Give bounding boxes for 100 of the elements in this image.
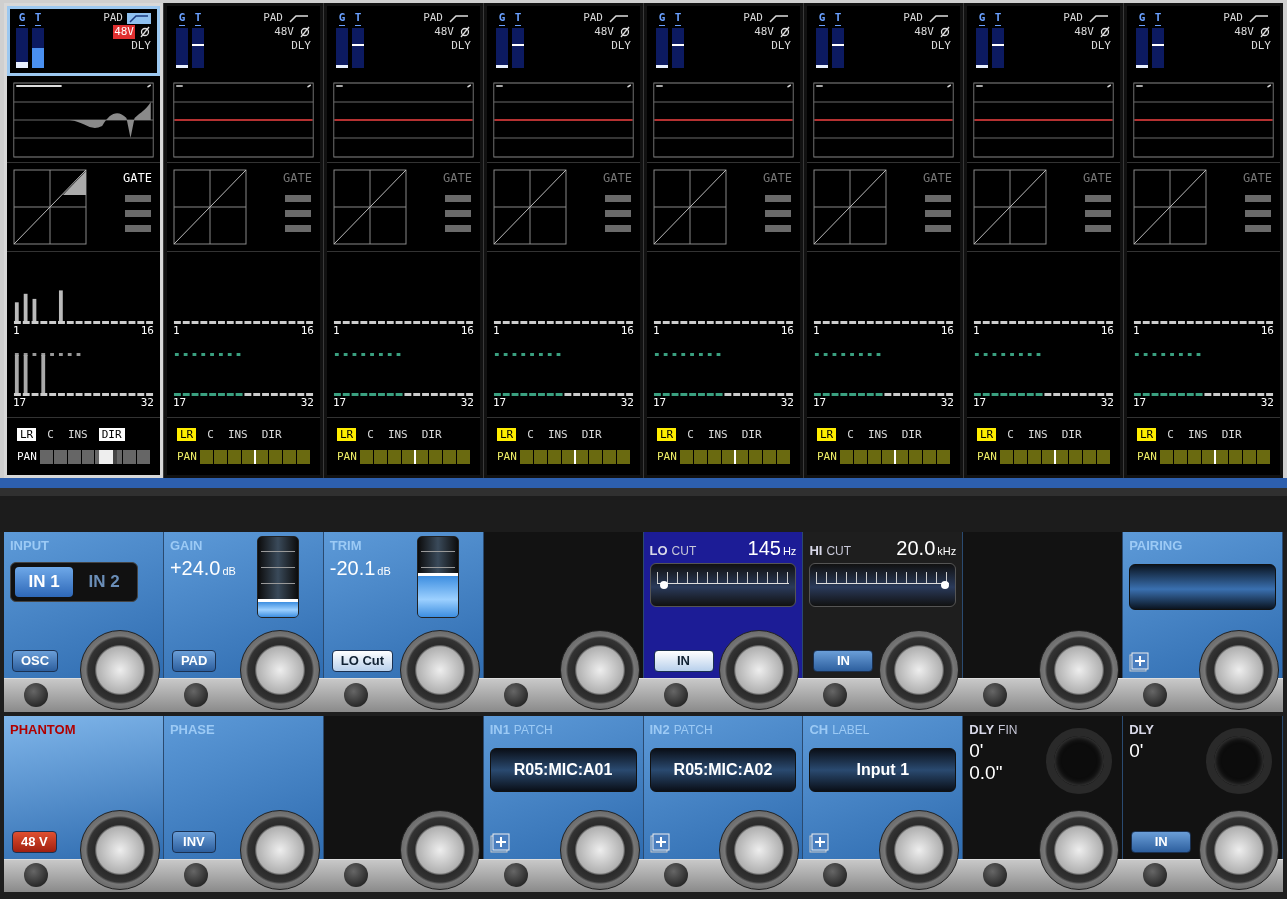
channel-strip[interactable]: G T PAD 48V DLY GATE 1 16 17 32 LR C INS DIR PAN: [644, 3, 803, 478]
routing-toggle[interactable]: INS: [384, 427, 411, 441]
channel-header[interactable]: G T PAD 48V DLY: [327, 6, 480, 76]
pan-thumb[interactable]: [253, 449, 256, 464]
input-selector[interactable]: IN 1 IN 2: [10, 561, 138, 602]
routing-toggle[interactable]: C: [524, 427, 537, 441]
patch-field[interactable]: Input 1: [809, 747, 957, 792]
eq-graph[interactable]: [973, 82, 1114, 158]
eq-graph[interactable]: [493, 82, 634, 158]
add-icon[interactable]: [649, 832, 670, 853]
eq-graph[interactable]: [813, 82, 954, 158]
routing-toggle[interactable]: DIR: [258, 427, 285, 441]
patch-field[interactable]: R05:MIC:A02: [649, 747, 797, 792]
pan-slider[interactable]: [839, 449, 950, 464]
filter-slider[interactable]: [649, 562, 797, 607]
channel-header[interactable]: G T PAD 48V DLY: [487, 6, 640, 76]
bus-number: 1: [973, 324, 980, 337]
routing-toggle[interactable]: C: [1164, 427, 1177, 441]
control-title: DLY: [1129, 721, 1154, 739]
pan-slider[interactable]: [999, 449, 1110, 464]
routing-toggle[interactable]: DIR: [98, 427, 125, 441]
toggle-button[interactable]: PAD: [171, 650, 217, 672]
pan-thumb[interactable]: [1213, 449, 1216, 464]
routing-toggle[interactable]: DIR: [1218, 427, 1245, 441]
routing-toggle[interactable]: C: [844, 427, 857, 441]
pan-slider[interactable]: [199, 449, 310, 464]
routing-toggle[interactable]: INS: [224, 427, 251, 441]
routing-toggle[interactable]: C: [684, 427, 697, 441]
routing-toggle[interactable]: LR: [17, 427, 37, 441]
pan-slider[interactable]: [1159, 449, 1270, 464]
toggle-button[interactable]: LO Cut: [331, 650, 394, 672]
pan-slider[interactable]: [39, 449, 150, 464]
filter-marker[interactable]: [660, 580, 669, 589]
pan-thumb[interactable]: [413, 449, 416, 464]
channel-strip[interactable]: G T PAD 48V DLY GATE 1 16 17 32 LR C INS DIR PAN: [164, 3, 323, 478]
dynamics-graph[interactable]: [13, 169, 87, 245]
toggle-button[interactable]: IN: [653, 650, 714, 672]
routing-toggle[interactable]: LR: [977, 427, 997, 441]
channel-strip[interactable]: G T PAD 48V DLY GATE 1 16 17 32 LR C INS DIR PAN: [324, 3, 483, 478]
routing-toggle[interactable]: LR: [817, 427, 837, 441]
eq-graph[interactable]: [1133, 82, 1274, 158]
pairing-field[interactable]: [1129, 563, 1276, 610]
routing-toggle[interactable]: LR: [177, 427, 197, 441]
channel-strip[interactable]: G T PAD 48V DLY GATE 1 16 17 32 LR C INS DIR PAN: [804, 3, 963, 478]
channel-strip[interactable]: G T PAD 48V DLY GATE 1 16 17 32 LR C INS DIR PAN: [1124, 3, 1283, 478]
routing-toggle[interactable]: DIR: [1058, 427, 1085, 441]
add-icon[interactable]: [809, 832, 830, 853]
pad-label: PAD: [103, 11, 123, 25]
toggle-button[interactable]: OSC: [12, 650, 59, 672]
pan-slider[interactable]: [359, 449, 470, 464]
eq-graph[interactable]: [13, 82, 154, 158]
channel-header[interactable]: G T PAD 48V DLY: [647, 6, 800, 76]
add-icon[interactable]: [489, 832, 510, 853]
routing-toggle[interactable]: C: [364, 427, 377, 441]
routing-toggle[interactable]: LR: [1137, 427, 1157, 441]
filter-marker[interactable]: [941, 580, 950, 589]
channel-strip[interactable]: G T PAD 48V DLY GATE 1 16 17 32 LR C INS DIR PAN: [964, 3, 1123, 478]
eq-graph[interactable]: [653, 82, 794, 158]
eq-graph[interactable]: [333, 82, 474, 158]
routing-toggle[interactable]: INS: [1024, 427, 1051, 441]
routing-toggle[interactable]: INS: [1184, 427, 1211, 441]
channel-header[interactable]: G T PAD 48V DLY: [967, 6, 1120, 76]
input-option[interactable]: IN 2: [75, 566, 133, 597]
routing-toggle[interactable]: LR: [337, 427, 357, 441]
routing-toggle[interactable]: DIR: [578, 427, 605, 441]
toggle-button[interactable]: INV: [171, 830, 216, 853]
routing-toggle[interactable]: DIR: [738, 427, 765, 441]
pan-slider[interactable]: [679, 449, 790, 464]
pan-thumb[interactable]: [893, 449, 896, 464]
gate-label: GATE: [1083, 170, 1112, 187]
routing-toggle[interactable]: DIR: [418, 427, 445, 441]
routing-toggle[interactable]: C: [204, 427, 217, 441]
channel-header[interactable]: G T PAD 48V DLY: [1127, 6, 1280, 76]
pan-slider[interactable]: [519, 449, 630, 464]
toggle-button[interactable]: 48 V: [12, 830, 57, 853]
selected-channel-strip[interactable]: G T PAD 48V DLY GATE 1 16 17 32 LR C INS DIR PAN: [4, 3, 163, 478]
channel-strip[interactable]: G T PAD 48V DLY GATE 1 16 17 32 LR C INS DIR PAN: [484, 3, 643, 478]
input-option[interactable]: IN 1: [15, 566, 73, 597]
routing-toggle[interactable]: INS: [544, 427, 571, 441]
toggle-button[interactable]: IN: [1131, 830, 1192, 853]
pan-thumb[interactable]: [1053, 449, 1056, 464]
routing-toggle[interactable]: LR: [657, 427, 677, 441]
filter-slider[interactable]: [809, 562, 957, 607]
routing-toggle[interactable]: C: [1004, 427, 1017, 441]
routing-toggle[interactable]: LR: [497, 427, 517, 441]
routing-toggle[interactable]: DIR: [898, 427, 925, 441]
patch-field[interactable]: R05:MIC:A01: [489, 747, 637, 792]
routing-toggle[interactable]: INS: [64, 427, 91, 441]
routing-toggle[interactable]: INS: [864, 427, 891, 441]
toggle-button[interactable]: IN: [813, 650, 874, 672]
pan-thumb[interactable]: [733, 449, 736, 464]
channel-header[interactable]: G T PAD 48V DLY: [807, 6, 960, 76]
routing-toggle[interactable]: C: [44, 427, 57, 441]
add-icon[interactable]: [1129, 652, 1150, 672]
channel-header[interactable]: G T PAD 48V DLY: [167, 6, 320, 76]
pan-thumb[interactable]: [99, 449, 118, 464]
eq-graph[interactable]: [173, 82, 314, 158]
pan-thumb[interactable]: [573, 449, 576, 464]
routing-toggle[interactable]: INS: [704, 427, 731, 441]
channel-header[interactable]: G T PAD 48V DLY: [7, 6, 160, 76]
